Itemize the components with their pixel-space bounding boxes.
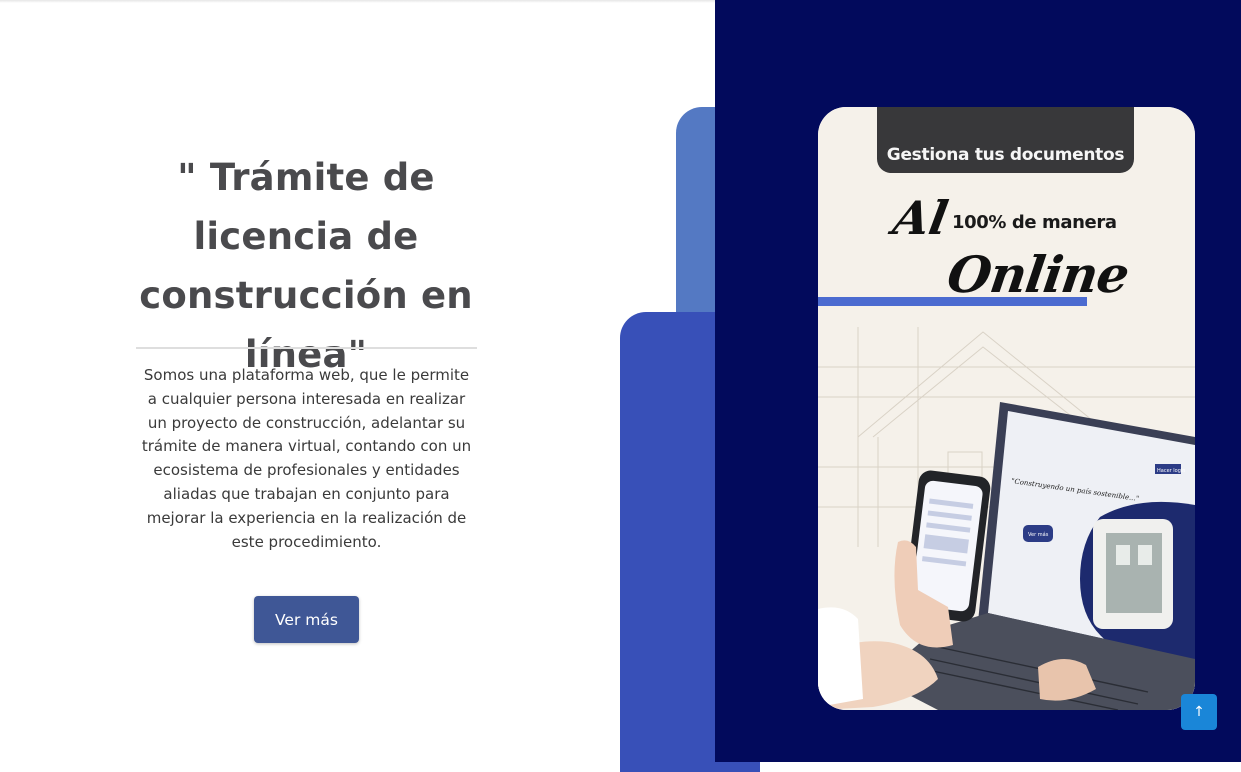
screen-ver-mas-label: Ver más [1028,531,1049,538]
promo-accent-bar [818,297,1087,306]
promo-header-text: Gestiona tus documentos [886,145,1125,165]
arrow-up-icon: ↑ [1193,704,1205,720]
laptop-phone-illustration: Hacer login "Construyendo un país sosten… [818,402,1195,710]
ver-mas-button[interactable]: Ver más [254,596,359,643]
hero-description: Somos una plataforma web, que le permite… [141,366,472,551]
promo-percent-text: 100% de manera [952,212,1117,233]
promo-al-text: Al [889,191,952,245]
header-shadow [0,0,715,3]
screen-login-label: Hacer login [1157,468,1185,474]
promo-online-text: Online [943,245,1133,304]
promo-header: Gestiona tus documentos [877,107,1134,173]
scroll-to-top-button[interactable]: ↑ [1181,694,1217,730]
promo-image: Gestiona tus documentos Al 100% de maner… [818,107,1195,710]
title-divider [136,347,477,349]
